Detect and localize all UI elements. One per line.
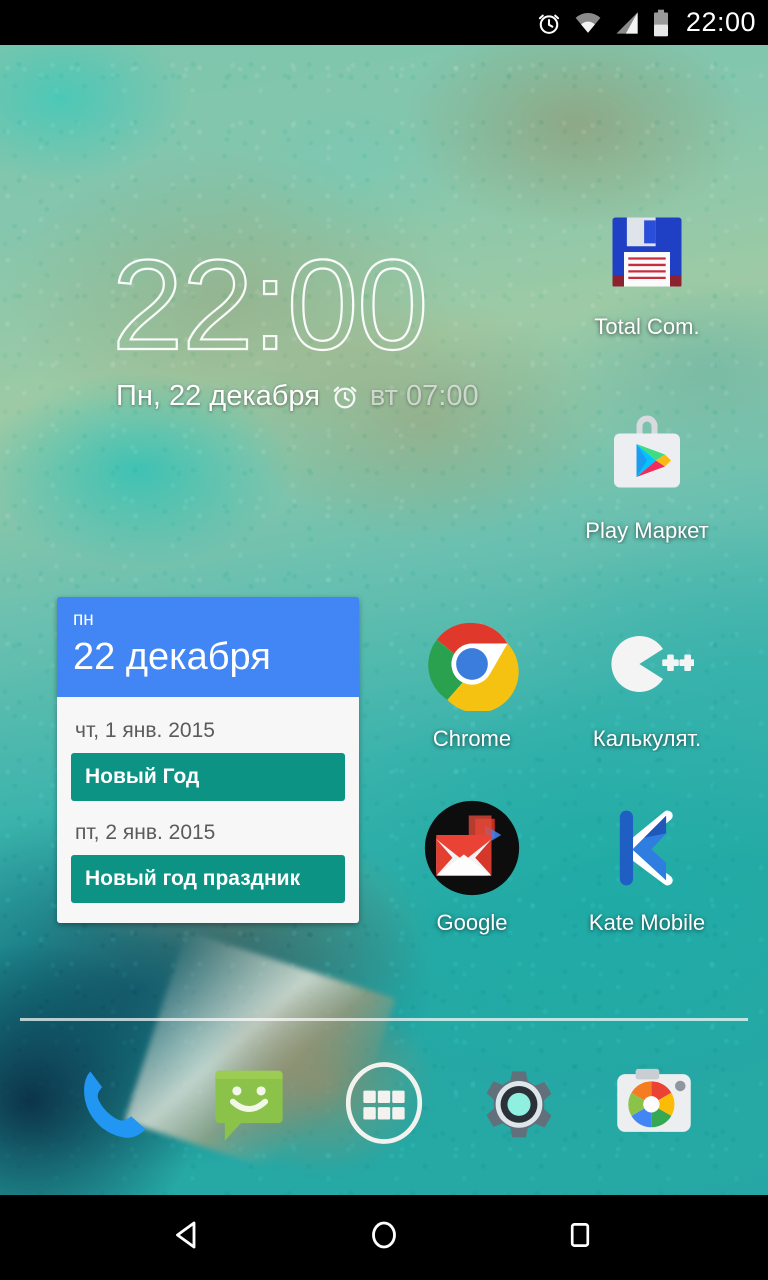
calendar-widget-header[interactable]: пн 22 декабря [57,597,359,698]
wifi-icon [574,10,602,36]
calendar-widget[interactable]: пн 22 декабря чт, 1 янв. 2015 Новый Год … [57,597,359,924]
camera-icon [612,1061,696,1150]
dock-item-camera[interactable] [604,1055,704,1155]
app-icon-google-folder[interactable]: Google [387,792,557,936]
nav-home-button[interactable] [344,1208,424,1268]
app-label: Калькулят. [592,726,702,751]
cellular-signal-icon [614,10,640,36]
clock-widget-subline: Пн, 22 декабря вт 07:00 [112,380,560,413]
app-label: Total Com. [594,314,700,339]
dock [0,1050,768,1160]
gear-icon [475,1059,563,1152]
nav-recents-button[interactable] [540,1208,620,1268]
app-icon-kate-mobile[interactable]: Kate Mobile [562,792,732,936]
clock-widget[interactable]: 22:00 Пн, 22 декабря вт 07:00 [0,234,560,413]
app-label: Google [436,910,508,935]
status-bar-clock: 22:00 [685,7,756,37]
calendar-widget-body: чт, 1 янв. 2015 Новый Год пт, 2 янв. 201… [57,697,359,924]
app-icon-chrome[interactable]: Chrome [387,608,557,752]
android-home-screen: 22:00 22:00 Пн, 22 декабря вт 07:00 пн 2… [0,0,768,1280]
dock-item-phone[interactable] [64,1055,164,1155]
dock-item-app-drawer[interactable] [334,1055,434,1155]
recents-square-icon [563,1218,597,1257]
calendar-day-of-week: пн [73,609,94,630]
app-label: Play Маркет [585,518,709,543]
battery-icon [652,9,670,37]
floppy-disk-icon [591,196,703,308]
calendar-date: 22 декабря [73,635,271,678]
status-bar[interactable]: 22:00 [0,0,768,45]
dock-divider [20,1018,748,1021]
clock-widget-time: 22:00 [111,234,430,377]
alarm-clock-icon [330,381,360,411]
clock-widget-date: Пн, 22 декабря [116,379,320,412]
dock-item-settings[interactable] [469,1055,569,1155]
gmail-folder-icon [416,792,528,904]
app-icon-play-market[interactable]: Play Маркет [562,400,732,544]
calendar-entry-day: пт, 2 янв. 2015 [75,821,216,845]
messaging-smiley-icon [206,1060,292,1151]
alarm-icon [536,10,562,36]
clock-widget-alarm-time: вт 07:00 [369,379,479,412]
phone-icon [72,1061,156,1150]
navigation-bar [0,1195,768,1280]
back-triangle-icon [170,1217,206,1258]
home-circle-icon [366,1217,402,1258]
calendar-entry-event[interactable]: Новый год праздник [71,855,345,904]
play-store-icon [591,400,703,512]
calendar-entry-day: чт, 1 янв. 2015 [75,719,215,743]
kate-mobile-k-icon [591,792,703,904]
dock-item-messaging[interactable] [199,1055,299,1155]
nav-back-button[interactable] [148,1208,228,1268]
app-label: Kate Mobile [588,910,706,935]
calendar-entry-event[interactable]: Новый Год [71,753,345,802]
chrome-icon [416,608,528,720]
app-label: Chrome [432,726,512,751]
app-drawer-icon [340,1059,428,1152]
calculator-cpp-icon [591,608,703,720]
app-icon-total-commander[interactable]: Total Com. [562,196,732,340]
app-icon-calculator[interactable]: Калькулят. [562,608,732,752]
